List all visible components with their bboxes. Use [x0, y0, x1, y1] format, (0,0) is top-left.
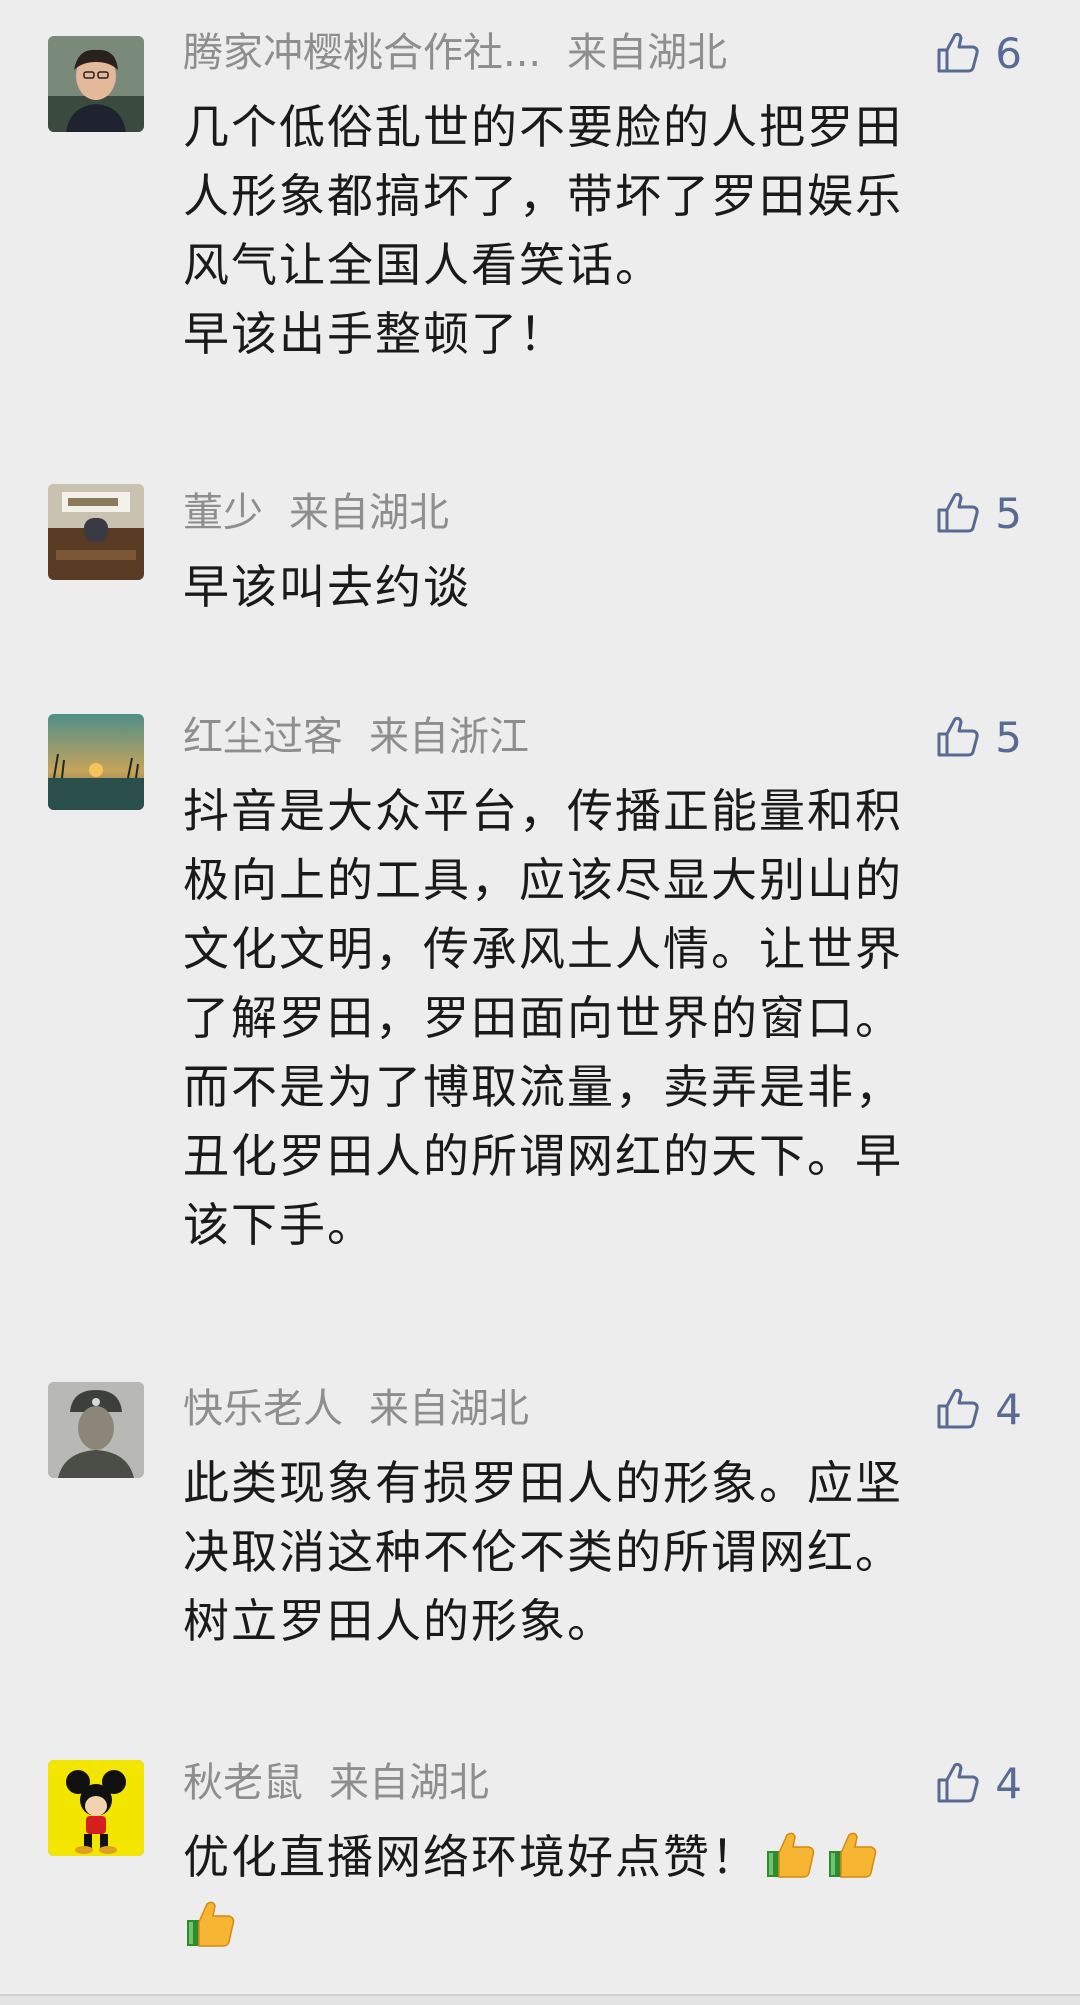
- comment-meta: 秋老鼠 来自湖北: [183, 1752, 489, 1814]
- comment-location: 来自湖北: [369, 1386, 529, 1432]
- comment-meta: 腾家冲樱桃合作社... 来自湖北: [183, 22, 727, 84]
- thumbs-up-icon: [933, 29, 981, 77]
- user-avatar[interactable]: [48, 1760, 144, 1856]
- like-button[interactable]: 5: [933, 706, 1022, 768]
- thumbs-up-icon: [933, 1759, 981, 1807]
- comment-username[interactable]: 董少: [183, 490, 263, 536]
- comment-meta: 红尘过客 来自浙江: [183, 706, 529, 768]
- like-button[interactable]: 4: [933, 1378, 1022, 1440]
- comment-text: 优化直播网络环境好点赞！: [183, 1823, 1013, 1961]
- like-button[interactable]: 4: [933, 1752, 1022, 1814]
- like-count: 4: [995, 1758, 1022, 1808]
- thumbs-up-icon: [933, 713, 981, 761]
- office-avatar-image: [48, 484, 144, 580]
- user-avatar[interactable]: [48, 1382, 144, 1478]
- comment-location: 来自湖北: [289, 490, 449, 536]
- comment-location: 来自湖北: [567, 30, 728, 76]
- comment-location: 来自湖北: [329, 1760, 489, 1806]
- bottom-divider: [0, 1994, 1080, 2005]
- thumbs-up-emoji-icon: [825, 1827, 879, 1881]
- comment-text: 早该叫去约谈: [183, 560, 471, 614]
- like-button[interactable]: 5: [933, 482, 1022, 544]
- like-count: 5: [995, 488, 1022, 538]
- person-avatar-image: [48, 36, 144, 132]
- like-count: 6: [995, 28, 1022, 78]
- like-button[interactable]: 6: [933, 22, 1022, 84]
- comment-text: 几个低俗乱世的不要脸的人把罗田 人形象都搞坏了，带坏了罗田娱乐 风气让全国人看笑…: [183, 100, 903, 361]
- mickey-avatar-image: [48, 1760, 144, 1856]
- comment-meta: 快乐老人 来自湖北: [183, 1378, 529, 1440]
- user-avatar[interactable]: [48, 714, 144, 810]
- thumbs-up-emoji-icon: [183, 1896, 237, 1950]
- comment-meta: 董少 来自湖北: [183, 482, 449, 544]
- thumbs-up-icon: [933, 489, 981, 537]
- sunset-avatar-image: [48, 714, 144, 810]
- comment-text: 抖音是大众平台，传播正能量和积 极向上的工具，应该尽显大别山的 文化文明，传承风…: [183, 784, 903, 1252]
- comment-location: 来自浙江: [369, 714, 529, 760]
- thumbs-up-icon: [933, 1385, 981, 1433]
- comment-username[interactable]: 秋老鼠: [183, 1760, 303, 1806]
- comment-username[interactable]: 快乐老人: [183, 1386, 343, 1432]
- comment-text-content: 优化直播网络环境好点赞！: [183, 1830, 759, 1884]
- user-avatar[interactable]: [48, 484, 144, 580]
- thumbs-up-emoji-icon: [763, 1827, 817, 1881]
- soldier-avatar-image: [48, 1382, 144, 1478]
- user-avatar[interactable]: [48, 36, 144, 132]
- comment-text: 此类现象有损罗田人的形象。应坚 决取消这种不伦不类的所谓网红。 树立罗田人的形象…: [183, 1456, 903, 1648]
- like-count: 5: [995, 712, 1022, 762]
- comment-username[interactable]: 腾家冲樱桃合作社...: [183, 30, 541, 76]
- comment-username[interactable]: 红尘过客: [183, 714, 343, 760]
- like-count: 4: [995, 1384, 1022, 1434]
